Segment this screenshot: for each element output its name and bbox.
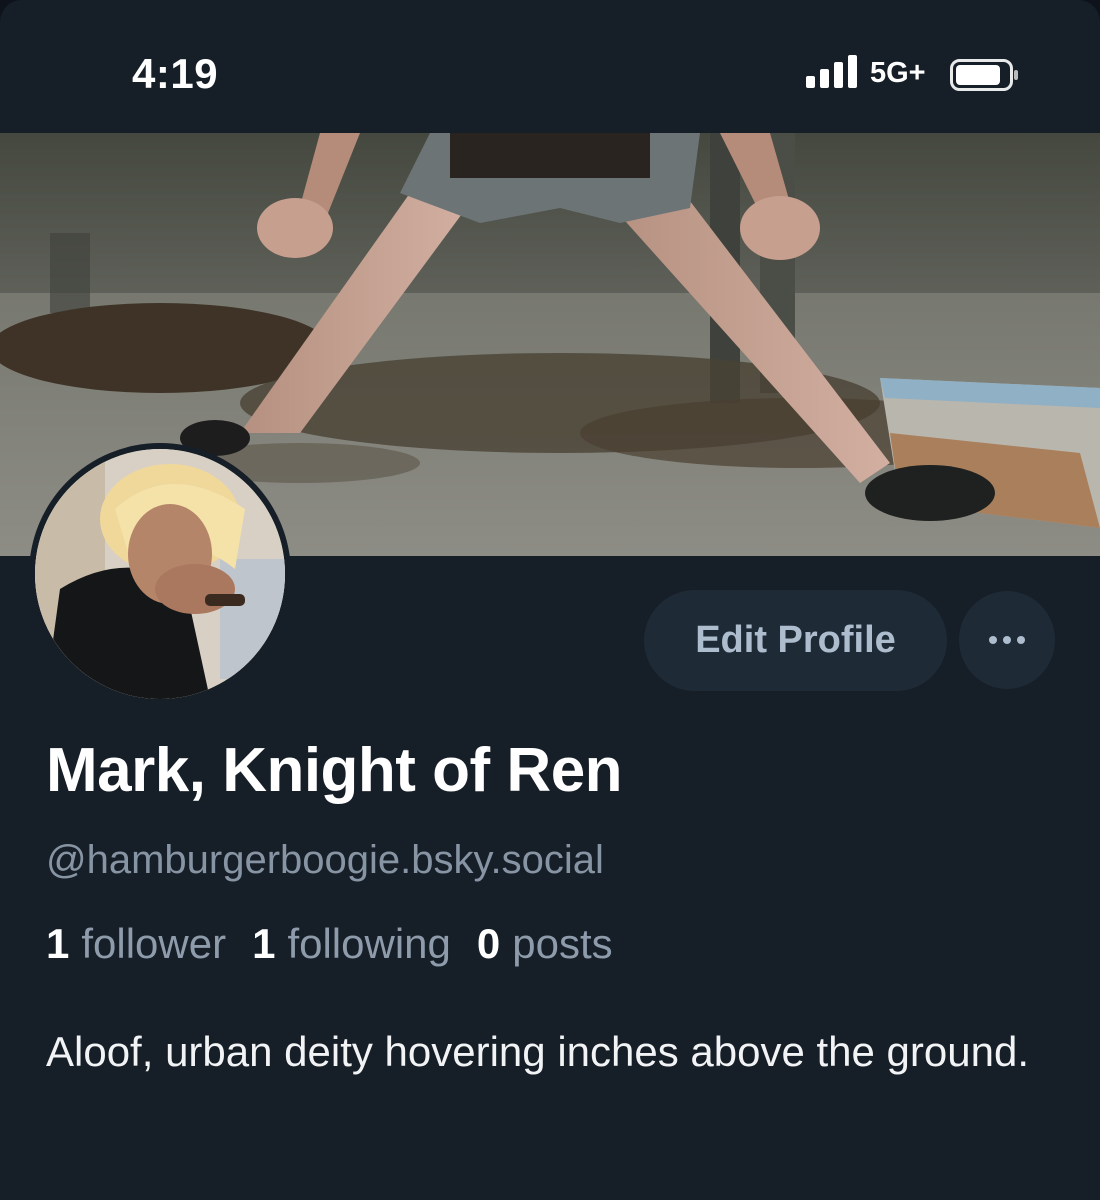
following-count: 1 (252, 920, 276, 967)
avatar-photo (35, 449, 285, 699)
more-options-button[interactable] (959, 591, 1055, 689)
posts-count: 0 (476, 920, 501, 967)
display-name: Mark, Knight of Ren (46, 736, 623, 805)
network-label: 5G+ (870, 57, 926, 89)
posts-label: posts (512, 920, 613, 967)
followers-label: follower (81, 920, 227, 967)
profile-handle: @hamburgerboogie.bsky.social (46, 838, 604, 882)
avatar[interactable] (29, 443, 291, 705)
battery-icon (950, 59, 1018, 91)
following-stat[interactable]: 1 following (252, 920, 451, 968)
ellipsis-icon (989, 636, 1025, 644)
profile-bio: Aloof, urban deity hovering inches above… (46, 1028, 1030, 1075)
status-bar: 4:19 5G+ (0, 0, 1100, 133)
followers-count: 1 (46, 920, 70, 967)
following-label: following (287, 920, 451, 967)
profile-stats: 1 follower 1 following 0 posts (46, 920, 639, 968)
profile-screen: 4:19 5G+ Edit Profile Mark, Knight of Re… (0, 0, 1100, 1200)
edit-profile-button[interactable]: Edit Profile (644, 590, 947, 691)
signal-bars-icon (806, 55, 857, 88)
status-time: 4:19 (132, 50, 219, 97)
posts-stat: 0 posts (477, 920, 613, 968)
followers-stat[interactable]: 1 follower (46, 920, 226, 968)
